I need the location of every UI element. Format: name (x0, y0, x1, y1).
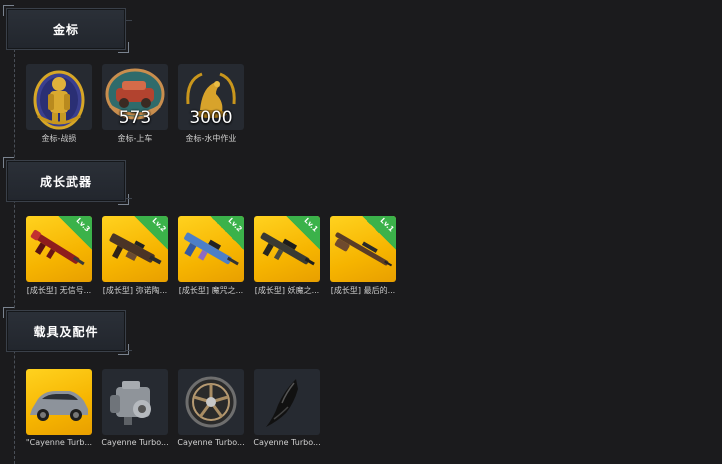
gold-badge-thumb: 573 (102, 64, 168, 130)
section-header-growth-weapons: 成长武器 (3, 157, 129, 205)
level-label: Lv.1 (378, 216, 396, 234)
vehicle-caption: "Cayenne Turb... (25, 438, 93, 447)
weapon-caption: [成长型] 妖魔之... (254, 286, 320, 295)
level-badge: Lv.1 (362, 216, 396, 250)
gold-badge-item[interactable]: 573 金标-上车 (102, 64, 168, 144)
gold-badge-item[interactable]: 3000 金标-水中作业 (178, 64, 244, 144)
level-badge: Lv.2 (134, 216, 168, 250)
level-label: Lv.1 (302, 216, 320, 234)
vehicle-part-thumb (102, 369, 168, 435)
weapon-caption: [成长型] 无信号... (26, 286, 92, 295)
weapon-caption: [成长型] 最后的... (330, 286, 396, 295)
vehicle-item[interactable]: "Cayenne Turb... (26, 369, 92, 447)
weapon-caption: [成长型] 魔咒之... (178, 286, 244, 295)
gold-badge-item[interactable]: 金标-战损 (26, 64, 92, 144)
vehicle-part-thumb (178, 369, 244, 435)
vehicle-parts-list: "Cayenne Turb... Cayenne Turbo... Cayenn… (26, 369, 321, 447)
section-connector-line (14, 44, 15, 464)
divider (126, 20, 132, 21)
weapon-thumb: Lv.2 (178, 216, 244, 282)
weapon-item[interactable]: Lv.3 [成长型] 无信号... (26, 216, 92, 296)
section-title: 载具及配件 (33, 324, 99, 339)
vehicle-thumb (26, 369, 92, 435)
gold-badge-thumb (26, 64, 92, 130)
level-label: Lv.2 (226, 216, 244, 234)
divider (126, 198, 132, 199)
section-header-gold-badges: 金标 (3, 5, 129, 53)
section-title: 金标 (52, 22, 79, 37)
engine-part-icon (110, 381, 151, 425)
wheel-rim-icon (185, 376, 237, 428)
weapon-item[interactable]: Lv.1 [成长型] 妖魔之... (254, 216, 320, 296)
gold-badge-caption: 金标-上车 (117, 134, 153, 143)
weapon-item[interactable]: Lv.2 [成长型] 魔咒之... (178, 216, 244, 296)
badge-count: 573 (118, 108, 152, 128)
level-label: Lv.2 (150, 216, 168, 234)
vehicle-part-item[interactable]: Cayenne Turbo... (177, 369, 245, 447)
vehicle-part-thumb (254, 369, 320, 435)
weapon-item[interactable]: Lv.2 [成长型] 弥诺陶... (102, 216, 168, 296)
level-badge: Lv.1 (286, 216, 320, 250)
vehicle-part-caption: Cayenne Turbo... (253, 438, 321, 447)
vehicle-part-caption: Cayenne Turbo... (101, 438, 169, 447)
gold-badge-thumb: 3000 (178, 64, 244, 130)
gold-badge-caption: 金标-水中作业 (185, 134, 237, 143)
vehicle-part-item[interactable]: Cayenne Turbo... (253, 369, 321, 447)
level-badge: Lv.2 (210, 216, 244, 250)
soldier-badge-icon (33, 70, 85, 130)
car-icon (30, 391, 88, 421)
section-title: 成长武器 (39, 174, 92, 189)
gold-badge-list: 金标-战损 573 金标-上车 3000 金标-水中作业 (26, 64, 244, 144)
growth-weapon-list: Lv.3 [成长型] 无信号... Lv.2 [成长型] 弥诺陶... Lv.2… (26, 216, 396, 296)
level-badge: Lv.3 (58, 216, 92, 250)
gold-badge-caption: 金标-战损 (41, 134, 77, 143)
weapon-thumb: Lv.2 (102, 216, 168, 282)
level-label: Lv.3 (74, 216, 92, 234)
weapon-thumb: Lv.1 (330, 216, 396, 282)
divider (126, 350, 132, 351)
body-panel-icon (266, 379, 298, 427)
weapon-caption: [成长型] 弥诺陶... (102, 286, 168, 295)
badge-count: 3000 (189, 108, 233, 128)
weapon-thumb: Lv.3 (26, 216, 92, 282)
vehicle-part-caption: Cayenne Turbo... (177, 438, 245, 447)
weapon-item[interactable]: Lv.1 [成长型] 最后的... (330, 216, 396, 296)
weapon-thumb: Lv.1 (254, 216, 320, 282)
section-header-vehicles-parts: 载具及配件 (3, 307, 129, 355)
vehicle-part-item[interactable]: Cayenne Turbo... (101, 369, 169, 447)
